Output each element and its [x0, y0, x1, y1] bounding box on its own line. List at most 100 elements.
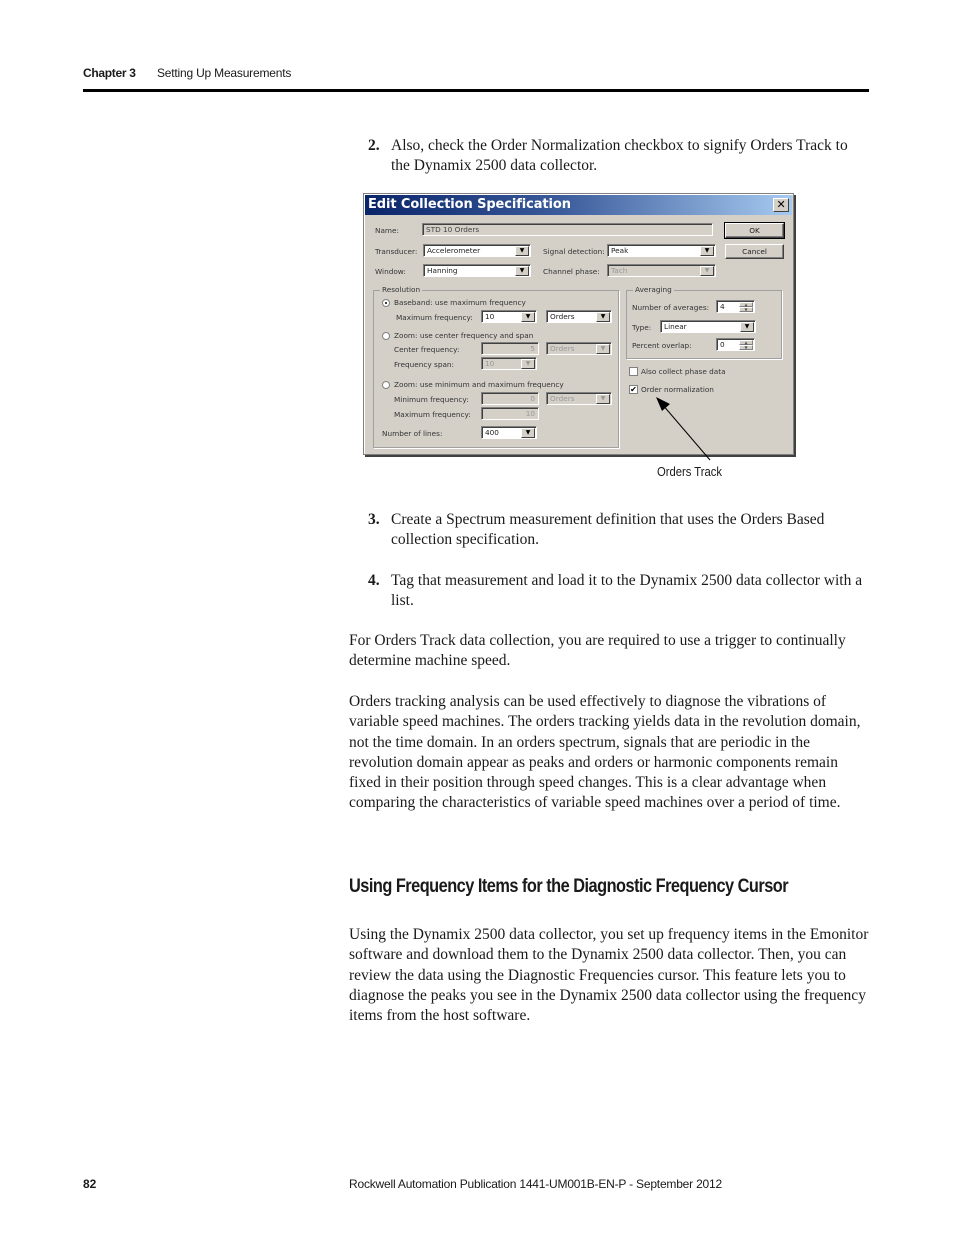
type-select[interactable]: Linear ▼: [660, 320, 756, 333]
dialog-title: Edit Collection Specification: [368, 197, 571, 212]
order-normalization-checkbox[interactable]: ✔: [629, 385, 638, 394]
window-select[interactable]: Hanning ▼: [423, 264, 531, 277]
center-frequency-units-value: Orders: [550, 344, 575, 353]
signal-detection-select[interactable]: Peak ▼: [607, 244, 716, 257]
number-of-lines-label: Number of lines:: [382, 429, 443, 438]
paragraph-orders-tracking: Orders tracking analysis can be used eff…: [349, 693, 861, 812]
callout-arrow: [656, 397, 711, 461]
type-label: Type:: [632, 323, 652, 332]
chevron-down-icon[interactable]: ▼: [700, 246, 714, 256]
max-frequency-value: 10: [485, 312, 495, 321]
channel-phase-select[interactable]: Tach ▼: [607, 264, 716, 277]
percent-overlap-stepper[interactable]: 0 ▲ ▼: [716, 338, 755, 351]
step-2: 2. Also, check the Order Normalization c…: [368, 136, 870, 177]
publication-info: Rockwell Automation Publication 1441-UM0…: [349, 1177, 722, 1191]
number-of-averages-value: 4: [720, 302, 725, 311]
max-frequency-2-field[interactable]: 10: [481, 407, 539, 420]
callout-arrowhead: [656, 397, 670, 411]
number-of-lines-select[interactable]: 400 ▼: [481, 426, 537, 439]
type-value: Linear: [664, 322, 687, 331]
percent-overlap-value: 0: [720, 340, 725, 349]
channel-phase-label: Channel phase:: [543, 267, 600, 276]
window-value: Hanning: [427, 266, 458, 275]
number-of-averages-label: Number of averages:: [632, 303, 710, 312]
paragraph-frequency-items: Using the Dynamix 2500 data collector, y…: [349, 926, 869, 1025]
zoom-center-label: Zoom: use center frequency and span: [394, 331, 534, 340]
frequency-span-label: Frequency span:: [394, 360, 455, 369]
averaging-group: Averaging Number of averages: 4 ▲ ▼ Type…: [626, 285, 782, 359]
step-number: 3.: [368, 511, 380, 528]
center-frequency-label: Center frequency:: [394, 345, 460, 354]
max-frequency-units-value: Orders: [550, 312, 575, 321]
signal-detection-value: Peak: [611, 246, 629, 255]
running-head: Chapter 3 Setting Up Measurements: [83, 66, 291, 80]
step-3: 3. Create a Spectrum measurement definit…: [368, 510, 870, 551]
number-of-averages-stepper[interactable]: 4 ▲ ▼: [716, 300, 755, 313]
step-4: 4. Tag that measurement and load it to t…: [368, 571, 870, 612]
max-frequency-label: Maximum frequency:: [396, 313, 473, 322]
max-frequency-units-select[interactable]: Orders ▼: [546, 310, 612, 323]
min-frequency-field[interactable]: 0: [481, 392, 539, 405]
chevron-down-icon[interactable]: ▼: [521, 428, 535, 438]
averaging-group-title: Averaging: [633, 285, 674, 294]
chevron-down-icon[interactable]: ▼: [596, 344, 610, 354]
chevron-down-icon[interactable]: ▼: [521, 312, 535, 322]
signal-detection-label: Signal detection:: [543, 247, 605, 256]
min-frequency-units-select[interactable]: Orders ▼: [546, 392, 612, 405]
baseband-label: Baseband: use maximum frequency: [394, 298, 526, 307]
step-number: 4.: [368, 572, 380, 589]
zoom-center-radio[interactable]: [382, 332, 390, 340]
resolution-group: Resolution Baseband: use maximum frequen…: [373, 285, 619, 448]
baseband-radio[interactable]: [382, 299, 390, 307]
close-icon[interactable]: ✕: [773, 198, 789, 212]
page-number: 82: [83, 1177, 97, 1191]
chevron-down-icon[interactable]: ▼: [596, 312, 610, 322]
chevron-down-icon[interactable]: ▼: [515, 266, 529, 276]
step-number: 2.: [368, 137, 380, 154]
dialog-titlebar: Edit Collection Specification ✕: [365, 195, 792, 215]
transducer-value: Accelerometer: [427, 246, 481, 255]
section-heading: Using Frequency Items for the Diagnostic…: [349, 876, 789, 897]
step-text: Also, check the Order Normalization chec…: [391, 137, 848, 175]
step-text: Create a Spectrum measurement definition…: [391, 511, 825, 549]
transducer-select[interactable]: Accelerometer ▼: [423, 244, 531, 257]
paragraph-trigger: For Orders Track data collection, you ar…: [349, 632, 846, 670]
chevron-down-icon[interactable]: ▼: [700, 266, 714, 276]
spin-buttons[interactable]: ▲ ▼: [739, 302, 753, 312]
zoom-minmax-label: Zoom: use minimum and maximum frequency: [394, 380, 564, 389]
chevron-down-icon[interactable]: ▼: [740, 322, 754, 332]
chevron-down-icon[interactable]: ▼: [515, 246, 529, 256]
name-label: Name:: [375, 226, 399, 235]
frequency-span-select[interactable]: 10 ▼: [481, 357, 537, 370]
spin-down-icon[interactable]: ▼: [739, 307, 753, 312]
chevron-down-icon[interactable]: ▼: [521, 359, 535, 369]
min-frequency-label: Minimum frequency:: [394, 395, 469, 404]
callout-arrow-line: [661, 403, 711, 461]
center-frequency-field[interactable]: 5: [481, 342, 539, 355]
number-of-lines-value: 400: [485, 428, 499, 437]
name-field[interactable]: STD 10 Orders: [422, 223, 713, 236]
max-frequency-select[interactable]: 10 ▼: [481, 310, 537, 323]
chevron-down-icon[interactable]: ▼: [596, 394, 610, 404]
step-text: Tag that measurement and load it to the …: [391, 572, 863, 610]
spin-buttons[interactable]: ▲ ▼: [739, 340, 753, 350]
phase-data-checkbox[interactable]: [629, 367, 638, 376]
header-rule: [83, 89, 869, 92]
cancel-button[interactable]: Cancel: [725, 244, 784, 259]
max-frequency-2-label: Maximum frequency:: [394, 410, 471, 419]
channel-phase-value: Tach: [611, 266, 628, 275]
min-frequency-units-value: Orders: [550, 394, 575, 403]
chapter-label: Chapter 3: [83, 66, 136, 80]
transducer-label: Transducer:: [375, 247, 418, 256]
resolution-group-title: Resolution: [380, 285, 423, 294]
window-label: Window:: [375, 267, 406, 276]
ok-button[interactable]: OK: [724, 222, 785, 239]
spin-down-icon[interactable]: ▼: [739, 345, 753, 350]
percent-overlap-label: Percent overlap:: [632, 341, 692, 350]
zoom-minmax-radio[interactable]: [382, 381, 390, 389]
frequency-span-value: 10: [485, 359, 495, 368]
chapter-title: Setting Up Measurements: [157, 66, 292, 80]
phase-data-label: Also collect phase data: [641, 367, 726, 376]
orders-track-callout: Orders Track: [657, 465, 723, 479]
center-frequency-units-select[interactable]: Orders ▼: [546, 342, 612, 355]
